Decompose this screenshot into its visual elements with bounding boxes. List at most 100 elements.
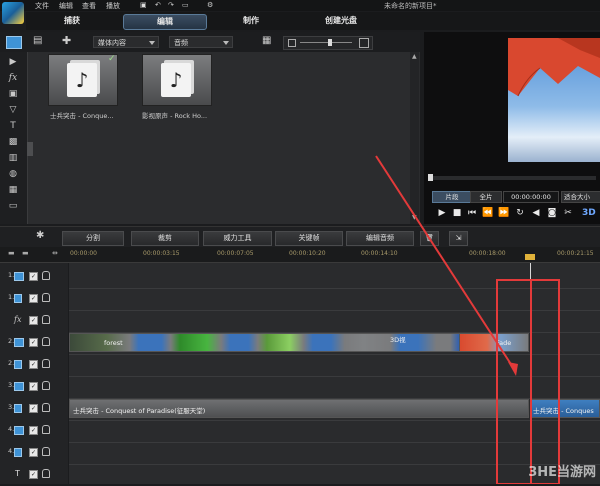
lock-icon[interactable]	[42, 469, 50, 478]
tab-capture[interactable]: 捕获	[52, 14, 92, 28]
lane-voice-3[interactable]: 士兵突击 - Conquest of Paradise(征服天堂) 士兵突击 -…	[69, 398, 600, 421]
library-scrollbar[interactable]: ▲ ▼	[410, 52, 419, 224]
graphic-icon[interactable]: ▽	[6, 104, 20, 116]
play-icon[interactable]: ▶	[436, 207, 448, 219]
grid-view-icon[interactable]: ▦	[262, 35, 271, 46]
track-visibility-checkbox[interactable]: ✓	[29, 360, 38, 369]
slider-thumb[interactable]	[328, 39, 332, 46]
library-filter-select[interactable]: 媒体内容	[93, 36, 159, 48]
audio-clip-conquest-tail[interactable]: 士兵突击 - Conques	[530, 399, 600, 418]
delete-icon[interactable]: 🗑	[420, 231, 439, 246]
split-button[interactable]: 分割	[62, 231, 124, 246]
lock-icon[interactable]	[42, 381, 50, 390]
scrubber-handle[interactable]	[428, 174, 433, 181]
undo-icon[interactable]: ↶	[155, 1, 161, 9]
track-visibility-checkbox[interactable]: ✓	[29, 272, 38, 281]
scroll-up-icon[interactable]: ▲	[412, 53, 417, 60]
zoom-in-icon[interactable]: ▬	[22, 249, 29, 257]
magic-wand-icon[interactable]: ✱	[36, 230, 44, 241]
crop-button[interactable]: 裁剪	[131, 231, 199, 246]
menu-edit[interactable]: 编辑	[59, 1, 73, 11]
lock-icon[interactable]	[42, 293, 50, 302]
track-visibility-checkbox[interactable]: ✓	[29, 448, 38, 457]
puzzle-icon[interactable]: ✚	[62, 34, 71, 47]
mode-full-button[interactable]: 全片	[470, 191, 502, 203]
lane-video-2[interactable]: forest 3D视 Fade	[69, 332, 600, 355]
lane-video-3[interactable]	[69, 376, 600, 399]
preview-scrubber[interactable]	[428, 174, 596, 181]
lane-voice-1[interactable]	[69, 288, 600, 311]
display-icon[interactable]: ▭	[182, 1, 189, 9]
timeline-ruler[interactable]: ▬ ▬ ⇹ 00:00:00 00:00:03:15 00:00:07:05 0…	[0, 247, 600, 263]
lane-voice-4[interactable]	[69, 442, 600, 465]
redo-icon[interactable]: ↷	[168, 1, 174, 9]
decoration-icon[interactable]: ▩	[6, 136, 20, 148]
go-start-icon[interactable]: ⏮	[466, 207, 478, 219]
lock-icon[interactable]	[42, 359, 50, 368]
import-media-icon[interactable]: ▤	[33, 35, 42, 46]
save-icon[interactable]: ▣	[140, 1, 147, 9]
thumbnail-size-slider[interactable]	[283, 36, 373, 50]
zoom-out-icon[interactable]: ▬	[8, 249, 15, 257]
stop-icon[interactable]: ■	[451, 207, 463, 219]
title-icon[interactable]: T	[6, 120, 20, 132]
repeat-icon[interactable]: ↻	[514, 207, 526, 219]
volume-icon[interactable]: ◀	[530, 207, 542, 219]
track-visibility-checkbox[interactable]: ✓	[29, 426, 38, 435]
lock-icon[interactable]	[42, 337, 50, 346]
playhead-marker[interactable]	[525, 254, 535, 260]
track-visibility-checkbox[interactable]: ✓	[29, 404, 38, 413]
timecode-display[interactable]: 00:00:00:00	[503, 191, 559, 203]
settings-icon[interactable]: ⚙	[207, 1, 213, 9]
filter-fx-icon[interactable]: fx	[6, 72, 20, 84]
keyframe-button[interactable]: 关键帧	[275, 231, 343, 246]
fit-timeline-icon[interactable]: ⇲	[449, 231, 468, 246]
track-visibility-checkbox[interactable]: ✓	[29, 470, 38, 479]
next-frame-icon[interactable]: ⏩	[498, 207, 510, 219]
mode-clip-button[interactable]: 片段	[432, 191, 472, 203]
fit-size-select[interactable]: 适合大小	[561, 191, 600, 203]
audio-clip-conquest[interactable]: 士兵突击 - Conquest of Paradise(征服天堂)	[69, 399, 529, 418]
lane-video-4[interactable]	[69, 420, 600, 443]
video-clip-fade[interactable]: Fade	[459, 333, 529, 352]
lock-icon[interactable]	[42, 447, 50, 456]
lock-icon[interactable]	[42, 403, 50, 412]
power-tools-button[interactable]: 威力工具	[203, 231, 272, 246]
track-visibility-checkbox[interactable]: ✓	[29, 294, 38, 303]
menu-play[interactable]: 播放	[106, 1, 120, 11]
tab-share[interactable]: 制作	[231, 14, 271, 28]
tab-edit[interactable]: 编辑	[123, 14, 207, 30]
app-logo	[2, 2, 24, 24]
library-item-conquest[interactable]: ♪ ✓	[48, 54, 118, 106]
track-visibility-checkbox[interactable]: ✓	[29, 316, 38, 325]
track-visibility-checkbox[interactable]: ✓	[29, 338, 38, 347]
mode-3d-button[interactable]: 3D	[582, 207, 596, 219]
fit-project-icon[interactable]: ⇹	[52, 249, 58, 257]
lane-fx[interactable]	[69, 310, 600, 333]
path-icon[interactable]: ▦	[6, 184, 20, 196]
transition-icon[interactable]: ▣	[6, 88, 20, 100]
lane-video-1[interactable]	[69, 266, 600, 289]
lock-icon[interactable]	[42, 425, 50, 434]
scroll-down-icon[interactable]: ▼	[412, 214, 417, 221]
track-visibility-checkbox[interactable]: ✓	[29, 382, 38, 391]
instant-project-icon[interactable]: ▥	[6, 152, 20, 164]
audio-icon[interactable]: ◍	[6, 168, 20, 180]
collapse-library-handle[interactable]	[27, 142, 33, 156]
prev-frame-icon[interactable]: ⏪	[482, 207, 494, 219]
lock-icon[interactable]	[42, 315, 50, 324]
media-icon[interactable]: ▶	[6, 56, 20, 68]
template-icon[interactable]: ▭	[6, 200, 20, 212]
split-clip-icon[interactable]: ✂	[562, 207, 574, 219]
menu-view[interactable]: 查看	[82, 1, 96, 11]
edit-audio-button[interactable]: 编辑音频	[346, 231, 414, 246]
lock-icon[interactable]	[42, 271, 50, 280]
lane-title[interactable]	[69, 464, 600, 486]
library-category-select[interactable]: 音频	[169, 36, 233, 48]
lane-voice-2[interactable]	[69, 354, 600, 377]
media-folder-icon[interactable]	[6, 36, 22, 49]
library-item-rock[interactable]: ♪	[142, 54, 212, 106]
tab-create-disc[interactable]: 创建光盘	[311, 14, 371, 28]
snapshot-icon[interactable]: ◙	[546, 207, 558, 219]
menu-file[interactable]: 文件	[35, 1, 49, 11]
